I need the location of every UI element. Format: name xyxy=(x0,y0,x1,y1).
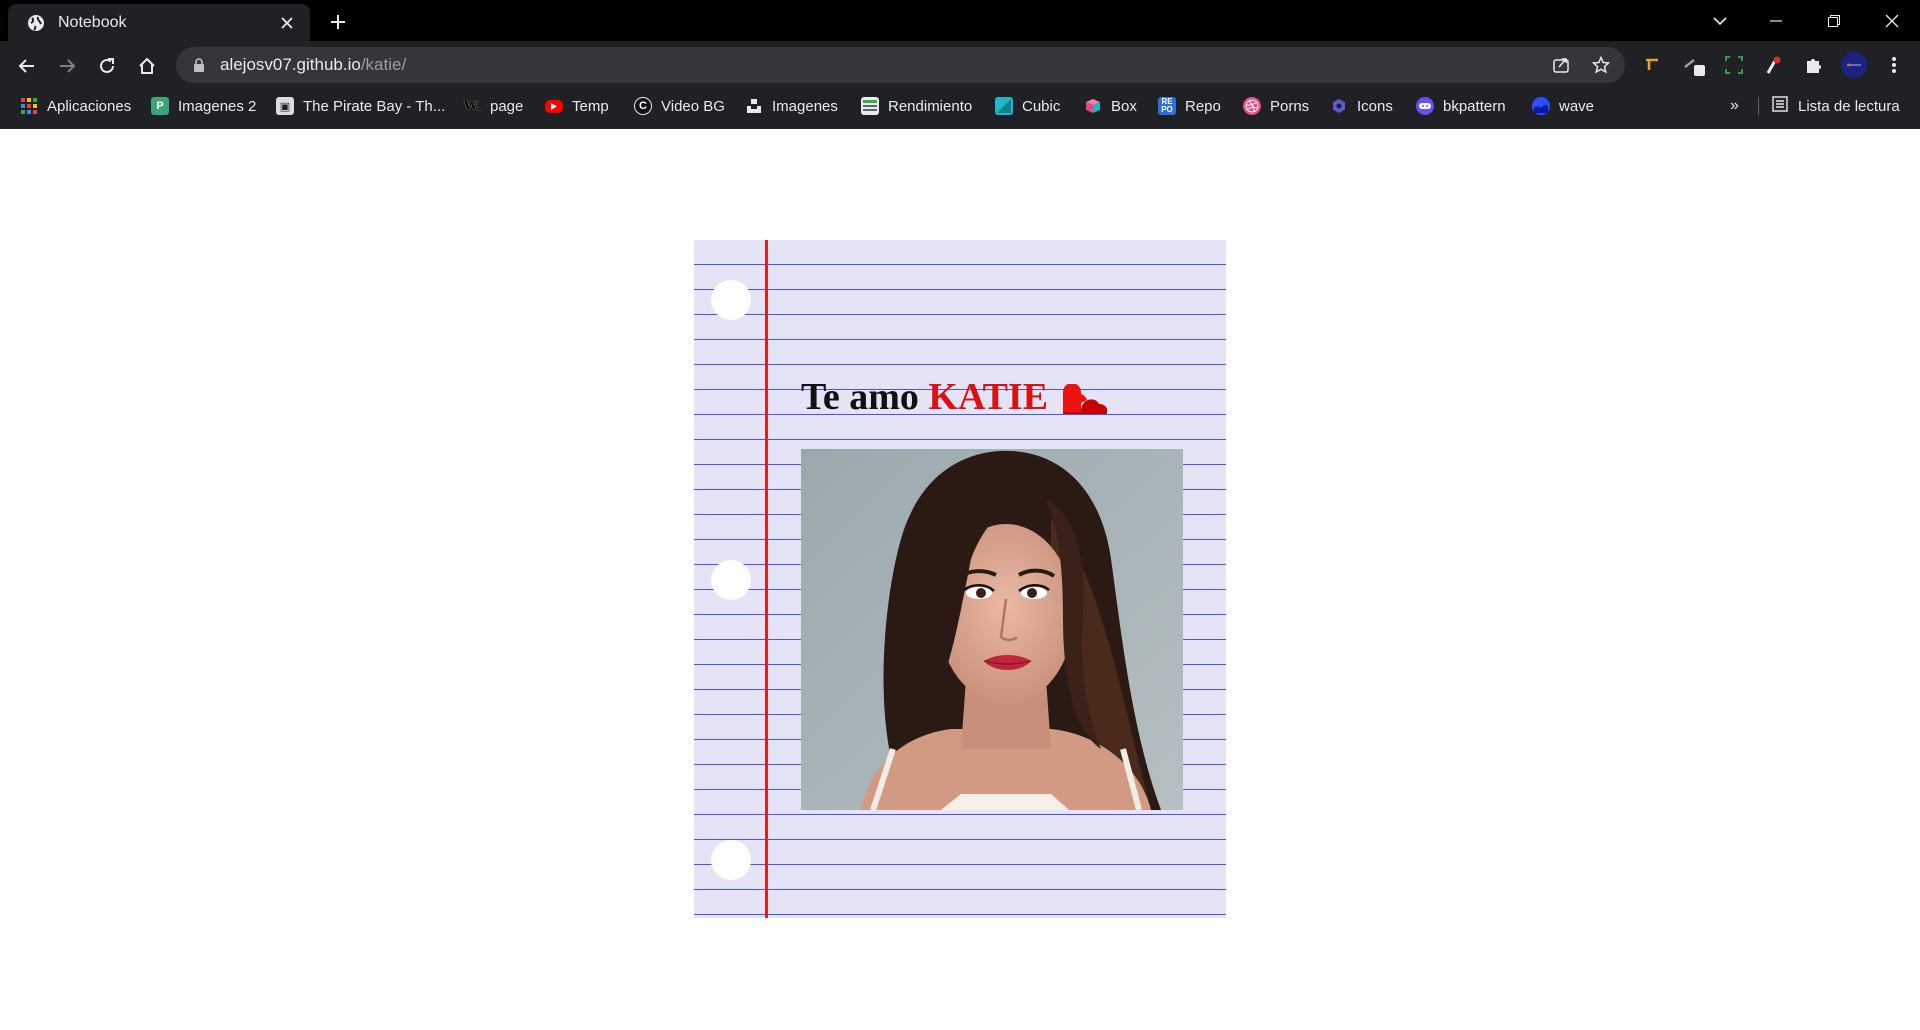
bookmark-box[interactable]: Box xyxy=(1084,89,1137,123)
bookmark-star-icon[interactable] xyxy=(1588,52,1614,78)
bookmark-label: bkpattern xyxy=(1443,97,1506,115)
forward-button[interactable] xyxy=(50,49,84,83)
bookmark-label: Box xyxy=(1111,97,1137,115)
url-host: alejosv07.github.io xyxy=(220,55,361,74)
bookmark-pirate-bay[interactable]: ▣ The Pirate Bay - Th... xyxy=(276,89,445,123)
reading-list-label: Lista de lectura xyxy=(1798,97,1900,115)
browser-toolbar: alejosv07.github.io/katie/ xyxy=(0,41,1920,89)
bookmark-temp[interactable]: Temp xyxy=(545,89,609,123)
c-circle-icon: C xyxy=(634,97,652,115)
w-letter-icon: W. xyxy=(463,97,481,114)
bookmark-bkpattern[interactable]: bkpattern xyxy=(1416,89,1506,123)
box-cube-icon xyxy=(1084,97,1102,115)
reload-button[interactable] xyxy=(90,49,124,83)
back-button[interactable] xyxy=(10,49,44,83)
restore-window-button[interactable] xyxy=(1806,0,1862,41)
lock-icon[interactable] xyxy=(190,56,208,74)
share-icon[interactable] xyxy=(1548,52,1574,78)
bookmark-label: Aplicaciones xyxy=(47,97,132,115)
bkpattern-icon xyxy=(1416,97,1434,115)
bookmark-label: page xyxy=(490,97,524,115)
binder-hole xyxy=(711,560,751,600)
pirate-bay-icon: ▣ xyxy=(276,97,294,115)
bookmark-label: Icons xyxy=(1357,97,1393,115)
bookmark-repo[interactable]: RE PO Repo xyxy=(1158,89,1221,123)
bookmark-label: The Pirate Bay - Th... xyxy=(303,97,446,115)
bookmark-imagenes-2[interactable]: P Imagenes 2 xyxy=(151,89,256,123)
bookmark-label: Temp xyxy=(572,97,609,115)
close-tab-icon[interactable] xyxy=(276,12,298,34)
extension-ruler-icon[interactable] xyxy=(1638,51,1666,79)
image-p-icon: P xyxy=(151,97,169,115)
url-text: alejosv07.github.io/katie/ xyxy=(220,55,406,75)
bookmark-label: wave xyxy=(1559,97,1595,115)
bookmark-wave[interactable]: wave xyxy=(1532,89,1594,123)
bookmark-label: Imagenes 2 xyxy=(178,97,257,115)
tab-title: Notebook xyxy=(58,13,127,31)
bookmark-rendimiento[interactable]: Rendimiento xyxy=(861,89,972,123)
reading-list-icon xyxy=(1772,96,1788,116)
unsplash-icon xyxy=(745,97,763,115)
binder-hole xyxy=(711,280,751,320)
headline-name: KATIE xyxy=(928,376,1049,418)
notebook-margin-line xyxy=(765,240,768,918)
tab-notebook[interactable]: Notebook xyxy=(8,4,310,41)
minimize-window-button[interactable] xyxy=(1748,0,1804,41)
url-path: /katie/ xyxy=(360,55,407,74)
bookmark-cubic[interactable]: Cubic xyxy=(995,89,1060,123)
headline-prefix: Te amo xyxy=(801,376,919,418)
bookmark-label: Rendimiento xyxy=(888,97,973,115)
extension-eyedropper-icon[interactable] xyxy=(1760,51,1788,79)
love-headline: Te amo KATIE xyxy=(801,374,1048,420)
extension-pen-icon[interactable] xyxy=(1680,51,1708,79)
extension-screenshot-icon[interactable] xyxy=(1720,51,1748,79)
close-window-button[interactable] xyxy=(1864,0,1920,41)
spreadsheet-icon xyxy=(861,97,879,115)
binder-hole xyxy=(711,840,751,880)
notebook-paper: Te amo KATIE xyxy=(694,240,1226,918)
bookmarks-bar: Aplicaciones P Imagenes 2 ▣ The Pirate B… xyxy=(0,89,1920,129)
bookmark-label: Cubic xyxy=(1022,97,1061,115)
bookmark-icons[interactable]: Icons xyxy=(1330,89,1393,123)
bookmark-label: Porns xyxy=(1270,97,1310,115)
hexagon-icon xyxy=(1330,97,1348,115)
bookmark-video-bg[interactable]: C Video BG xyxy=(634,89,725,123)
repo-icon: RE PO xyxy=(1158,97,1176,115)
bookmark-label: Repo xyxy=(1185,97,1221,115)
reading-list-button[interactable]: Lista de lectura xyxy=(1772,89,1900,123)
browser-menu-icon[interactable] xyxy=(1880,51,1908,79)
tab-search-icon[interactable] xyxy=(1692,0,1748,41)
photo-of-katie xyxy=(801,449,1183,810)
bookmarks-divider xyxy=(1758,97,1759,115)
dribbble-icon xyxy=(1243,97,1261,115)
tab-strip: Notebook xyxy=(0,0,1920,41)
bookmark-label: Video BG xyxy=(661,97,725,115)
home-button[interactable] xyxy=(130,49,164,83)
wave-icon xyxy=(1532,97,1550,115)
web-page: Te amo KATIE xyxy=(0,129,1920,1030)
apps-grid-icon xyxy=(20,97,38,115)
youtube-icon xyxy=(545,99,563,113)
globe-icon xyxy=(26,13,46,33)
address-bar[interactable]: alejosv07.github.io/katie/ xyxy=(176,47,1625,83)
bookmark-porns[interactable]: Porns xyxy=(1243,89,1309,123)
bookmark-aplicaciones[interactable]: Aplicaciones xyxy=(20,89,131,123)
bookmark-label: Imagenes xyxy=(772,97,838,115)
heart-icon xyxy=(1063,384,1108,414)
cubic-icon xyxy=(995,97,1013,115)
extensions-puzzle-icon[interactable] xyxy=(1800,51,1828,79)
bookmark-page[interactable]: W. page xyxy=(463,89,523,123)
bookmarks-overflow-button[interactable]: » xyxy=(1730,89,1739,123)
new-tab-button[interactable] xyxy=(324,8,352,36)
bookmark-imagenes[interactable]: Imagenes xyxy=(745,89,838,123)
profile-avatar[interactable] xyxy=(1840,51,1868,79)
